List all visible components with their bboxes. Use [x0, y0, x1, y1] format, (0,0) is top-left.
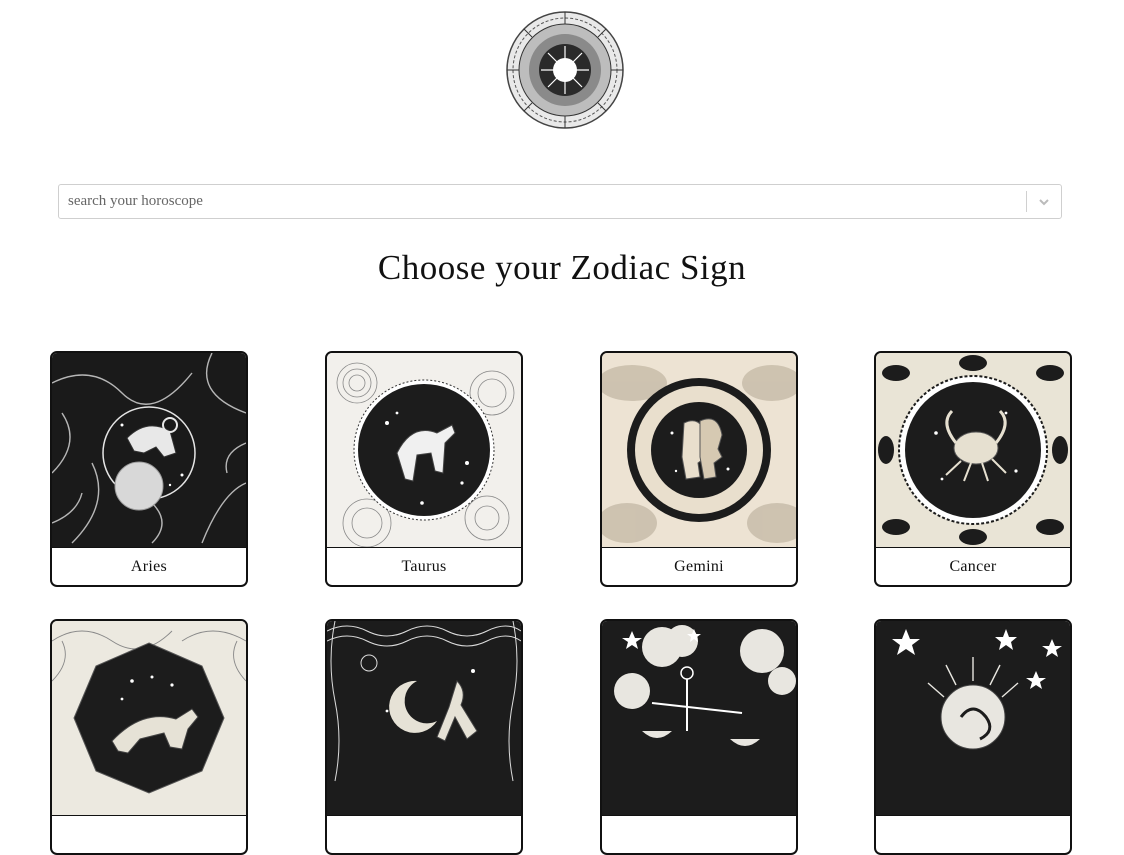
bull-icon: [327, 353, 521, 547]
sign-card-cancer[interactable]: Cancer: [874, 351, 1072, 587]
crab-icon: [876, 353, 1070, 547]
sign-card-scorpio[interactable]: [874, 619, 1072, 855]
sign-card-gemini[interactable]: Gemini: [600, 351, 798, 587]
sign-label: Aries: [52, 547, 246, 585]
horoscope-search-select[interactable]: [58, 184, 1062, 219]
sign-card-leo[interactable]: [50, 619, 248, 855]
sign-card-libra[interactable]: [600, 619, 798, 855]
sign-label: Cancer: [876, 547, 1070, 585]
sign-label: [52, 815, 246, 853]
ram-icon: [52, 353, 246, 547]
chevron-down-icon[interactable]: [1027, 185, 1061, 218]
sign-label: Taurus: [327, 547, 521, 585]
search-input[interactable]: [59, 185, 1026, 218]
sign-card-aries[interactable]: Aries: [50, 351, 248, 587]
sign-label: [327, 815, 521, 853]
twins-icon: [602, 353, 796, 547]
scorpion-icon: [876, 621, 1070, 815]
maiden-icon: [327, 621, 521, 815]
sign-card-taurus[interactable]: Taurus: [325, 351, 523, 587]
sign-label: Gemini: [602, 547, 796, 585]
scales-icon: [602, 621, 796, 815]
page-title: Choose your Zodiac Sign: [377, 248, 747, 287]
sign-label: [602, 815, 796, 853]
sign-card-virgo[interactable]: [325, 619, 523, 855]
lion-icon: [52, 621, 246, 815]
zodiac-wheel-logo-icon[interactable]: [505, 10, 625, 130]
sign-label: [876, 815, 1070, 853]
